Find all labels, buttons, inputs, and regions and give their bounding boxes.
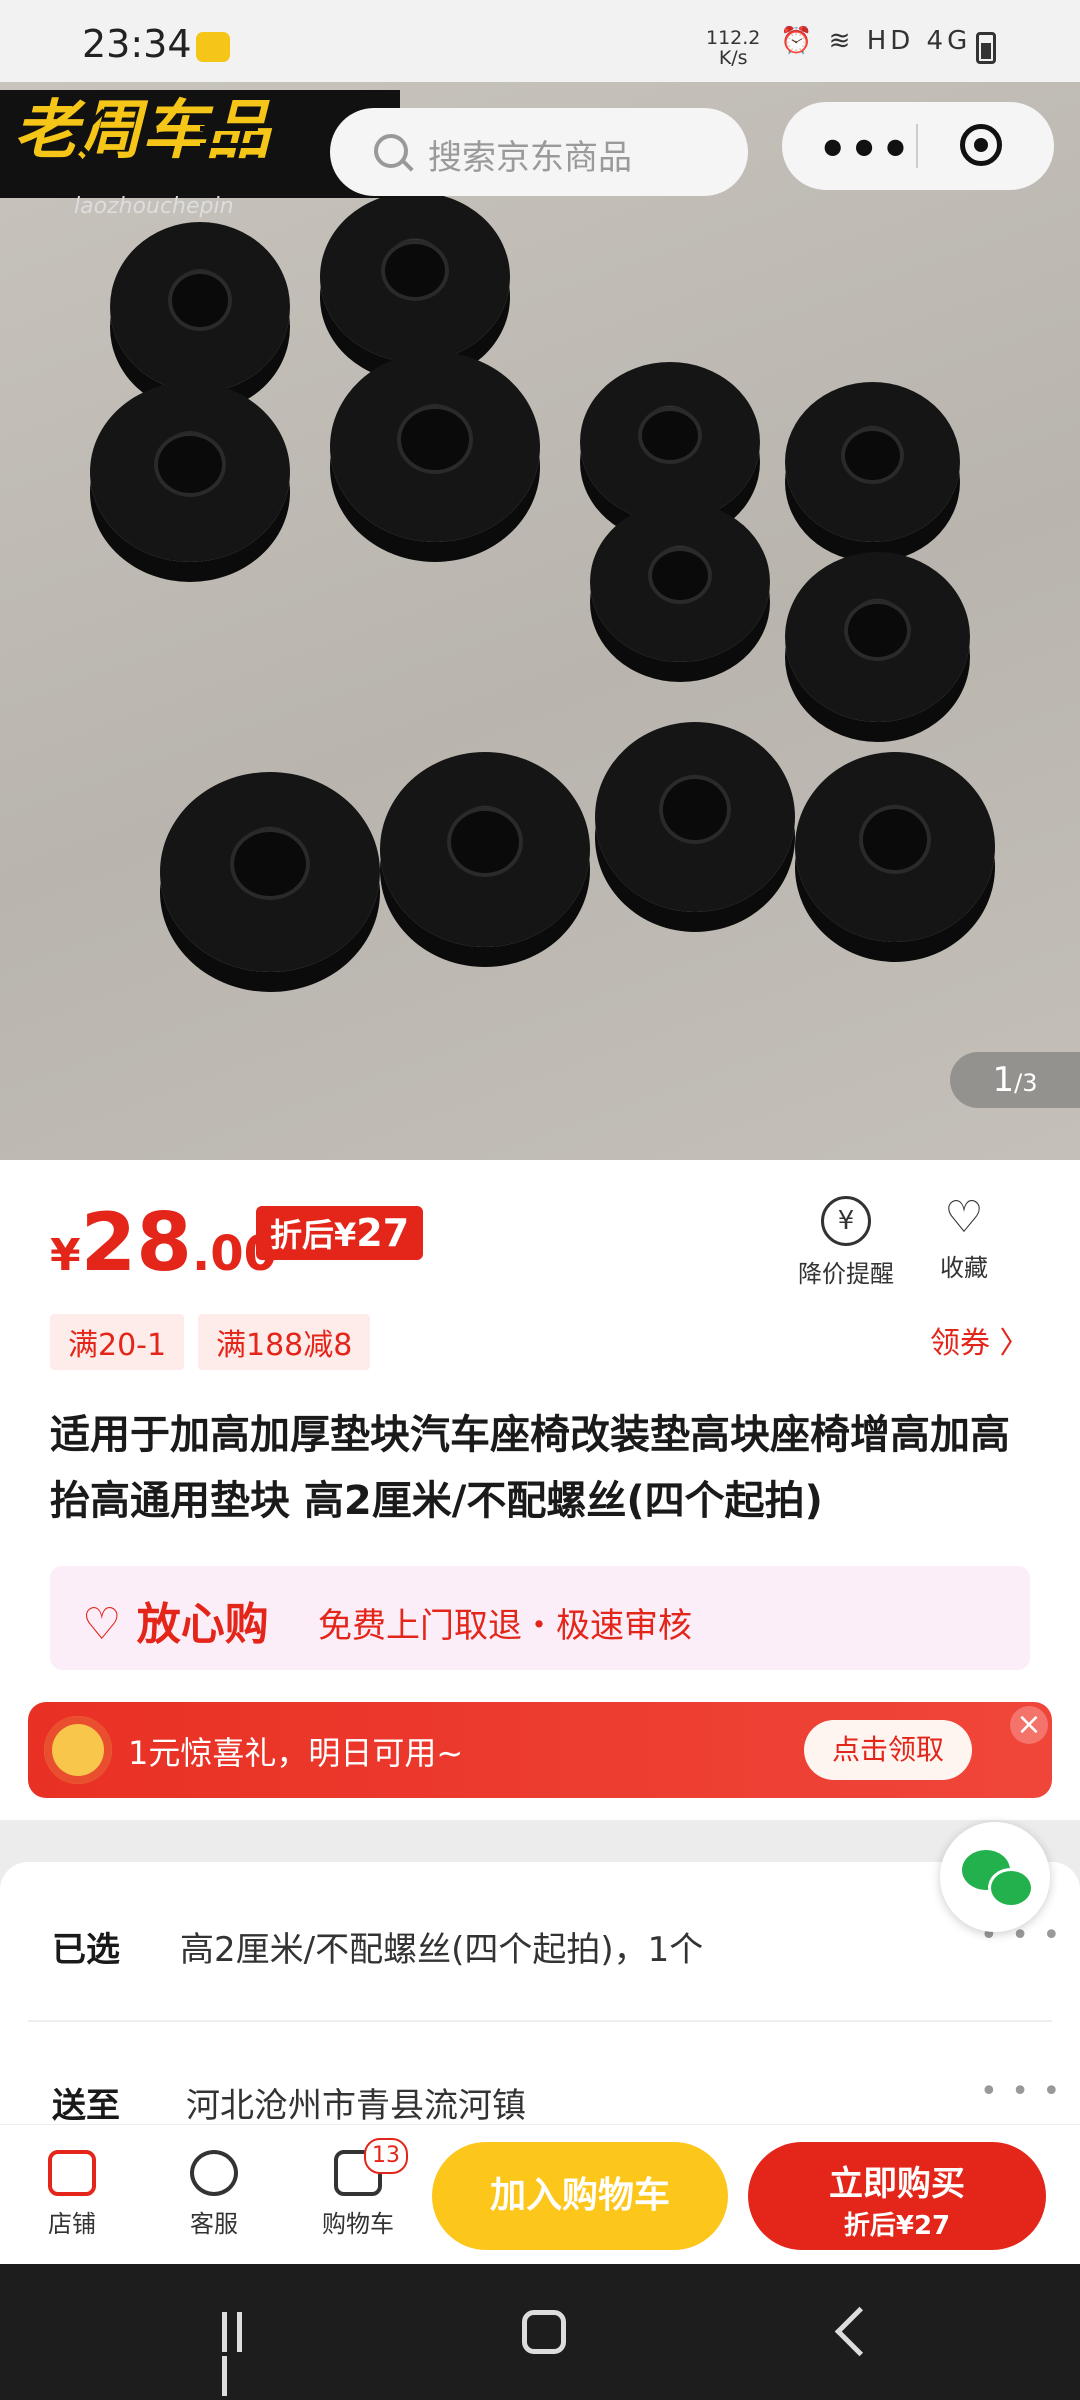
heart-icon: ♡ xyxy=(944,1192,984,1243)
spacer-image-shape xyxy=(320,192,510,362)
ship-to-value[interactable]: 河北沧州市青县流河镇 xyxy=(186,2078,526,2127)
gift-banner[interactable]: 1元惊喜礼，明日可用~ 点击领取 × xyxy=(28,1702,1052,1798)
search-input[interactable]: 搜索京东商品 xyxy=(330,108,748,196)
price: ¥28.00 xyxy=(50,1196,277,1289)
gift-message: 1元惊喜礼，明日可用~ xyxy=(128,1734,464,1772)
chat-icon xyxy=(190,2150,238,2196)
recents-icon[interactable] xyxy=(222,2312,266,2396)
wechat-share-icon[interactable] xyxy=(940,1822,1050,1932)
gift-coin-icon xyxy=(44,1716,112,1784)
spacer-image-shape xyxy=(380,752,590,947)
spacer-image-shape xyxy=(785,552,970,722)
spacer-image-shape xyxy=(160,772,380,972)
store-tab[interactable]: 店铺 xyxy=(40,2150,104,2239)
claim-button[interactable]: 点击领取 xyxy=(804,1720,972,1780)
search-placeholder: 搜索京东商品 xyxy=(428,138,632,178)
ship-to-label: 送至 xyxy=(52,2086,120,2126)
store-icon xyxy=(48,2150,96,2196)
more-icon[interactable]: ••• xyxy=(818,122,912,176)
get-coupon-link[interactable]: 领券 〉 xyxy=(930,1318,1030,1362)
cart-count-badge: 13 xyxy=(364,2138,408,2174)
selected-label: 已选 xyxy=(52,1930,120,1970)
car-app-icon xyxy=(196,32,230,62)
battery-icon xyxy=(976,32,996,64)
spacer-image-shape xyxy=(90,382,290,562)
assurance-desc: 免费上门取退・极速审核 xyxy=(318,1606,692,1646)
favorite-button[interactable]: ♡ 收藏 xyxy=(940,1196,988,1283)
close-icon[interactable]: × xyxy=(1010,1706,1048,1744)
miniapp-capsule: ••• xyxy=(782,102,1054,190)
coupon-tag[interactable]: 满188减8 xyxy=(198,1314,371,1370)
product-title: 适用于加高加厚垫块汽车座椅改装垫高块座椅增高加高抬高通用垫块 高2厘米/不配螺丝… xyxy=(50,1412,1010,1524)
status-bar: 23:34 112.2 K/s ⏰ ≋ HD 4G xyxy=(0,0,1080,82)
spacer-image-shape xyxy=(580,362,760,522)
status-time: 23:34 xyxy=(82,22,192,66)
spacer-image-shape xyxy=(795,752,995,942)
spacer-image-shape xyxy=(590,502,770,662)
status-icons: ⏰ ≋ HD 4G xyxy=(780,26,972,56)
image-page-indicator: 1/3 xyxy=(950,1052,1080,1108)
network-speed: 112.2 K/s xyxy=(706,27,761,69)
options-panel xyxy=(0,1862,1080,2124)
assurance-banner[interactable]: ♡ 放心购 免费上门取退・极速审核 xyxy=(50,1566,1030,1670)
discounted-price-badge: 折后¥27 xyxy=(256,1206,424,1260)
home-icon[interactable] xyxy=(522,2310,566,2354)
spacer-image-shape xyxy=(785,382,960,542)
add-to-cart-button[interactable]: 加入购物车 xyxy=(432,2142,728,2250)
close-miniapp-icon[interactable] xyxy=(960,124,1002,166)
price-alert-icon: ¥ xyxy=(821,1196,871,1246)
price-alert-button[interactable]: ¥ 降价提醒 xyxy=(798,1196,894,1289)
service-tab[interactable]: 客服 xyxy=(182,2150,246,2239)
search-icon xyxy=(374,134,408,168)
assurance-name: ♡ 放心购 xyxy=(82,1599,269,1650)
more-dots-icon[interactable]: • • • xyxy=(980,2074,1062,2109)
diamond-heart-icon: ♡ xyxy=(82,1599,122,1650)
spacer-image-shape xyxy=(595,722,795,912)
buy-now-button[interactable]: 立即购买 折后¥27 xyxy=(748,2142,1046,2250)
menu-icon[interactable] xyxy=(200,126,258,166)
coupon-tag[interactable]: 满20-1 xyxy=(50,1314,185,1370)
selected-value[interactable]: 高2厘米/不配螺丝(四个起拍)，1个 xyxy=(180,1922,703,1971)
spacer-image-shape xyxy=(330,352,540,542)
